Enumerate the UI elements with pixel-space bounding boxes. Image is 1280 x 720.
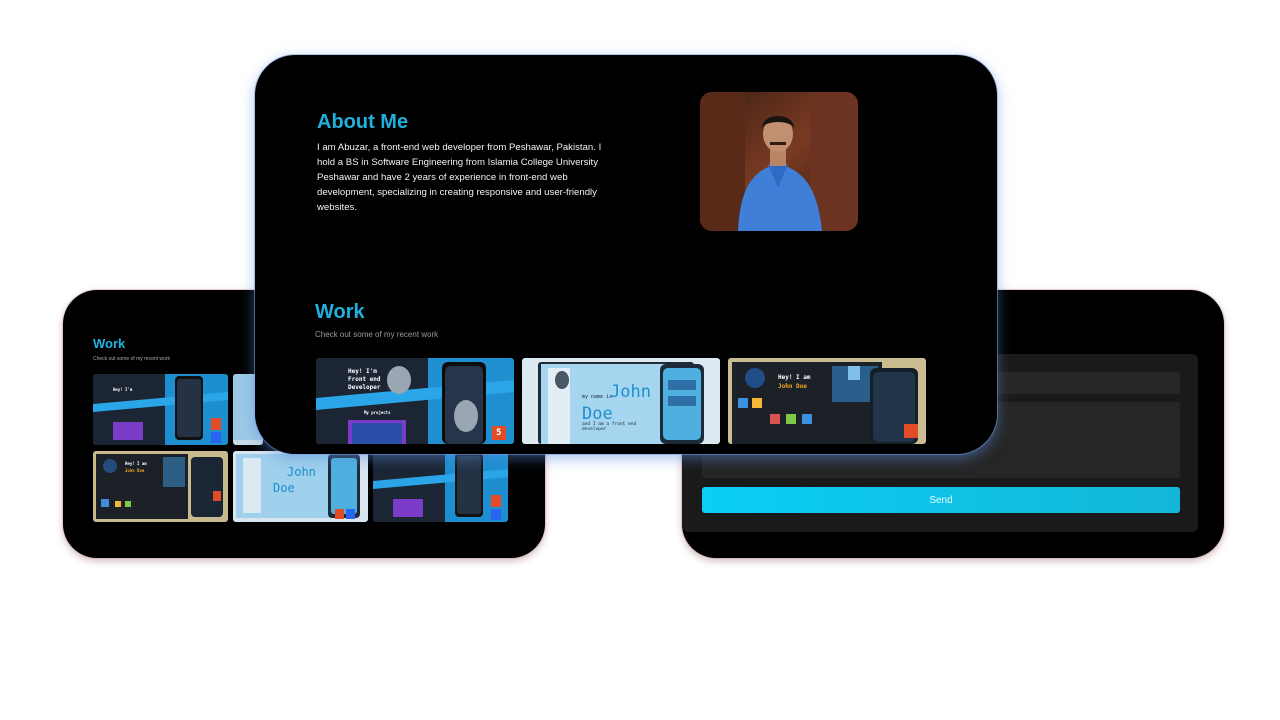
thumb-developer-label: Developer [348, 384, 381, 391]
work-title-small: Work [93, 336, 126, 351]
thumb-frontend-label: Front end [348, 376, 381, 383]
thumb-hey-label: Hey! I am [125, 461, 147, 466]
thumb-hey-label: Hey! I'm [113, 387, 133, 392]
about-work-card: About Me I am Abuzar, a front-end web de… [255, 55, 997, 454]
thumb-doe-label: Doe [273, 481, 295, 495]
thumb-projects-label: My projects [364, 410, 391, 415]
work-subtitle-small: Check out some of my recent work [93, 356, 170, 362]
project-thumbnail[interactable]: Hey! I'm Front end Developer My projects… [316, 358, 514, 444]
project-thumbnail[interactable]: Hey! I am John Doe [93, 451, 228, 522]
project-thumbnail[interactable]: Hey! I am John Doe [728, 358, 926, 444]
about-title: About Me [317, 111, 409, 133]
thumb-name-label: John Doe [125, 468, 145, 473]
thumb-hey-label: Hey! I am [778, 374, 811, 381]
project-thumbnail[interactable]: my name is John Doe and I am a front end… [522, 358, 720, 444]
thumb-name-label: John Doe [778, 383, 807, 390]
about-text: I am Abuzar, a front-end web developer f… [317, 142, 602, 213]
thumb-doe-label: Doe [582, 404, 613, 424]
send-button[interactable]: Send [702, 487, 1180, 513]
work-subtitle: Check out some of my recent work [315, 330, 439, 339]
thumb-john-label: John [287, 465, 316, 479]
thumb-hey-label: Hey! I'm [348, 368, 377, 375]
html-badge: 5 [496, 428, 502, 438]
project-thumbnail[interactable] [373, 451, 508, 522]
project-thumbnail[interactable]: Hey! I'm [93, 374, 228, 445]
project-thumbnail[interactable]: John Doe [233, 451, 368, 522]
thumb-myname-label: my name is [582, 394, 613, 400]
thumb-front-label: and I am a front end developer [582, 422, 637, 432]
work-title: Work [315, 301, 365, 323]
thumb-john-label: John [610, 382, 651, 402]
profile-photo [700, 92, 858, 231]
